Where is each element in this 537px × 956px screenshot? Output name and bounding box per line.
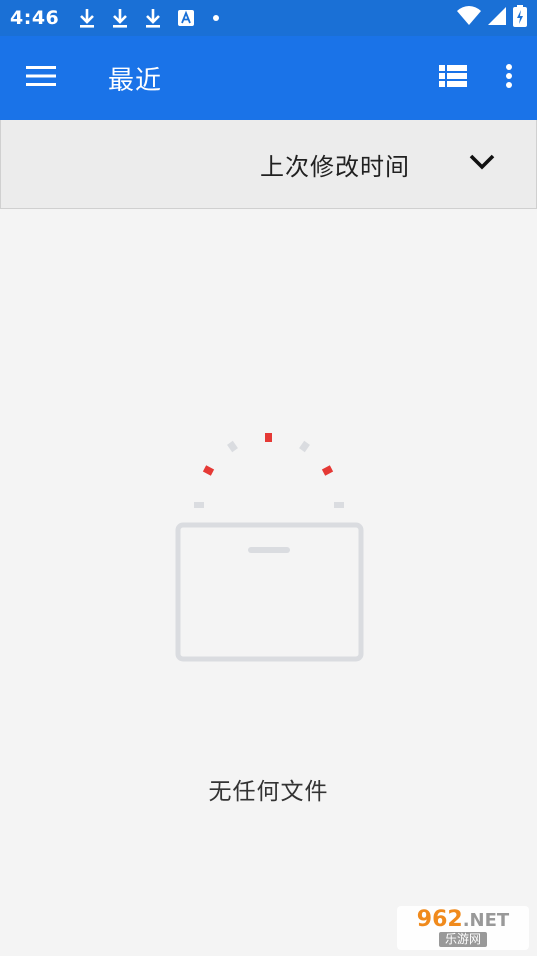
more-vert-icon [505,63,513,93]
a-badge-icon [176,7,196,29]
list-view-button[interactable] [425,36,481,120]
menu-button[interactable] [0,36,82,120]
more-options-button[interactable] [481,36,537,120]
sort-bar[interactable]: 上次修改时间 [0,120,537,209]
app-bar: 最近 [0,36,537,120]
chevron-down-icon [468,153,496,175]
list-view-icon [439,65,467,91]
watermark-logo: 962.NET 乐游网 [397,906,529,950]
app-bar-actions [425,36,537,120]
watermark-subtitle: 乐游网 [438,932,487,947]
status-system-icons [457,5,527,31]
wifi-icon [457,6,481,30]
empty-message: 无任何文件 [208,779,329,805]
download-icon [143,7,163,29]
empty-folder-icon [170,428,370,668]
dot-icon [213,15,220,21]
hamburger-menu-icon [26,65,56,91]
download-icon [110,7,130,29]
signal-icon [487,6,507,30]
download-icon [77,7,97,29]
status-notification-icons [77,7,220,29]
battery-icon [513,5,527,31]
sort-label: 上次修改时间 [260,152,410,181]
watermark-brand: 962.NET [416,907,510,932]
page-title: 最近 [108,65,163,96]
status-time: 4:46 [10,7,60,29]
sort-toggle-button[interactable] [450,132,514,196]
status-bar: 4:46 [0,0,537,36]
